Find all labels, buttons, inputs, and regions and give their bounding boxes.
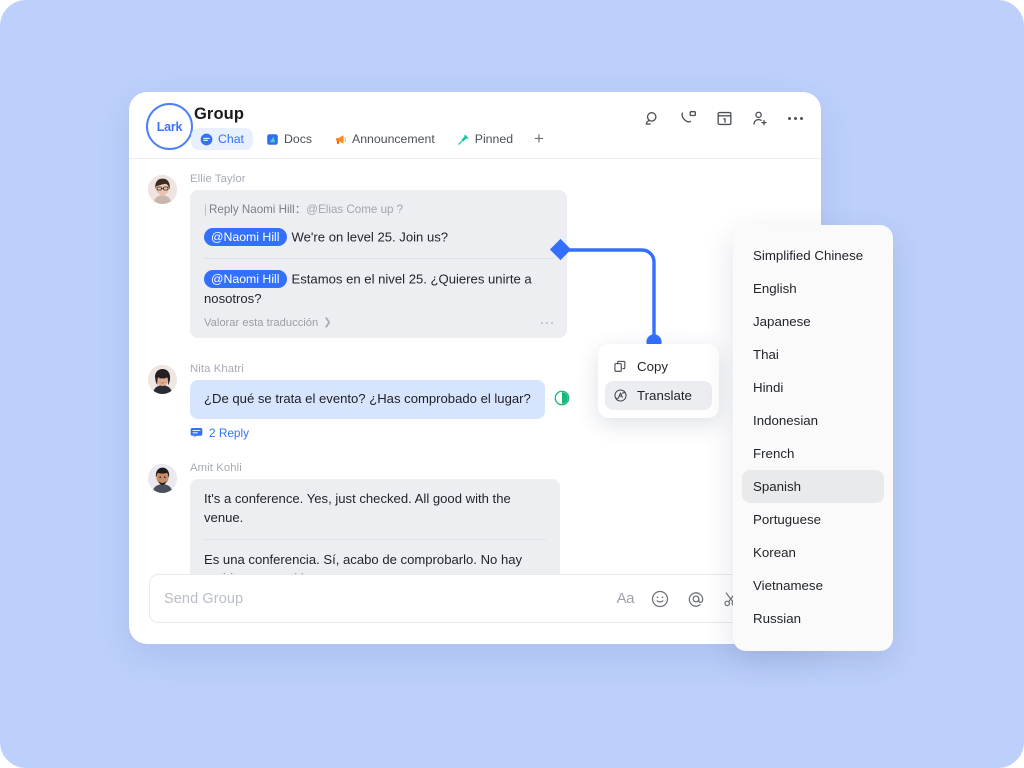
message-sender: Ellie Taylor bbox=[190, 173, 246, 185]
video-call-icon[interactable] bbox=[679, 109, 698, 128]
dot bbox=[550, 321, 553, 325]
context-menu-translate-label: Translate bbox=[637, 388, 692, 403]
quote-bar: | bbox=[204, 203, 208, 216]
avatar[interactable] bbox=[148, 463, 177, 493]
language-option-indonesian[interactable]: Indonesian bbox=[742, 404, 884, 437]
avatar[interactable] bbox=[148, 175, 177, 204]
docs-icon bbox=[267, 133, 278, 145]
language-option-french[interactable]: French bbox=[742, 437, 884, 470]
quote-text: @Elias Come up ? bbox=[306, 203, 404, 216]
text-format-icon[interactable]: Aa bbox=[617, 590, 635, 607]
language-option-hindi[interactable]: Hindi bbox=[742, 371, 884, 404]
more-options-icon[interactable] bbox=[787, 117, 804, 120]
dot bbox=[794, 117, 797, 120]
message-sender: Amit Kohli bbox=[190, 461, 242, 474]
translate-icon bbox=[614, 389, 627, 402]
copy-icon bbox=[614, 360, 626, 372]
chat-header: Lark Group Chat Docs Announcement Pinned… bbox=[129, 92, 821, 159]
translation-divider bbox=[204, 538, 546, 540]
dot bbox=[540, 321, 543, 325]
message-item: Ellie Taylor | Reply Naomi Hill：@Elias Co… bbox=[129, 173, 821, 338]
message-bubble[interactable]: | Reply Naomi Hill：@Elias Come up ? @Naom… bbox=[190, 190, 567, 338]
mention-pill[interactable]: @Naomi Hill bbox=[204, 270, 287, 289]
reply-count-label: 2 Reply bbox=[209, 425, 249, 440]
message-composer[interactable]: Send Group Aa bbox=[149, 574, 801, 623]
megaphone-icon bbox=[336, 134, 347, 144]
language-option-portuguese[interactable]: Portuguese bbox=[742, 503, 884, 536]
language-option-simplified-chinese[interactable]: Simplified Chinese bbox=[742, 239, 884, 272]
tab-announcement[interactable]: Announcement bbox=[325, 128, 444, 150]
tab-docs[interactable]: Docs bbox=[257, 128, 321, 150]
message-original: @Naomi Hill We're on level 25. Join us? bbox=[204, 228, 553, 247]
rate-translation-label: Valorar esta traducción bbox=[204, 316, 319, 329]
language-option-russian[interactable]: Russian bbox=[742, 602, 884, 635]
lark-logo: Lark bbox=[146, 103, 193, 150]
context-menu-item-translate[interactable]: Translate bbox=[605, 381, 712, 410]
translate-status-icon[interactable] bbox=[554, 390, 570, 406]
header-actions bbox=[643, 109, 804, 128]
dot bbox=[545, 321, 548, 325]
amit-kohli-avatar bbox=[148, 463, 177, 493]
ellie-taylor-avatar bbox=[148, 175, 177, 204]
translation-footer: Valorar esta traducción ❯ bbox=[204, 317, 553, 329]
tab-strip: Chat Docs Announcement Pinned + bbox=[191, 128, 552, 150]
language-dropdown: Simplified Chinese English Japanese Thai… bbox=[733, 225, 893, 651]
quoted-reply: | Reply Naomi Hill：@Elias Come up ? bbox=[204, 201, 553, 217]
message-text: We're on level 25. Join us? bbox=[291, 229, 449, 245]
dot bbox=[788, 117, 791, 120]
tab-chat-label: Chat bbox=[218, 132, 244, 146]
language-option-korean[interactable]: Korean bbox=[742, 536, 884, 569]
context-menu: Copy Translate bbox=[598, 344, 719, 418]
message-text: ¿De qué se trata el evento? ¿Has comprob… bbox=[204, 390, 531, 406]
language-option-spanish[interactable]: Spanish bbox=[742, 470, 884, 503]
mention-pill[interactable]: @Naomi Hill bbox=[204, 228, 287, 246]
quote-prefix: Reply Naomi Hill： bbox=[209, 203, 307, 216]
reply-count-link[interactable]: 2 Reply bbox=[190, 426, 801, 440]
calendar-icon[interactable] bbox=[715, 109, 734, 128]
avatar[interactable] bbox=[148, 364, 177, 394]
page-root: Lark Group Chat Docs Announcement Pinned… bbox=[0, 0, 1024, 768]
translation-divider bbox=[204, 258, 553, 260]
context-menu-item-copy[interactable]: Copy bbox=[605, 352, 712, 381]
chevron-right-icon: ❯ bbox=[323, 317, 332, 329]
emoji-icon[interactable] bbox=[650, 589, 670, 609]
pin-icon bbox=[457, 133, 469, 145]
message-translation: @Naomi Hill Estamos en el nivel 25. ¿Quie… bbox=[204, 270, 553, 308]
language-option-vietnamese[interactable]: Vietnamese bbox=[742, 569, 884, 602]
add-tab-button[interactable]: + bbox=[526, 130, 552, 149]
search-icon[interactable] bbox=[643, 109, 662, 128]
tab-docs-label: Docs bbox=[283, 132, 313, 146]
language-option-english[interactable]: English bbox=[742, 272, 884, 305]
reply-bubble-icon bbox=[190, 428, 203, 439]
tab-pinned[interactable]: Pinned bbox=[448, 128, 522, 150]
language-option-japanese[interactable]: Japanese bbox=[742, 305, 884, 338]
message-bubble[interactable]: ¿De qué se trata el evento? ¿Has comprob… bbox=[190, 379, 545, 419]
lark-logo-text: Lark bbox=[156, 119, 183, 134]
rate-translation-link[interactable]: Valorar esta traducción ❯ bbox=[204, 317, 332, 329]
message-text: It's a conference. Yes, just checked. Al… bbox=[204, 490, 511, 525]
message-body: Ellie Taylor | Reply Naomi Hill：@Elias Co… bbox=[190, 173, 801, 338]
page-title: Group bbox=[194, 105, 244, 123]
tab-chat[interactable]: Chat bbox=[191, 128, 253, 150]
chat-bubble-icon bbox=[200, 133, 213, 145]
mention-icon[interactable] bbox=[686, 589, 706, 609]
nita-khatri-avatar bbox=[148, 364, 177, 394]
message-input[interactable]: Send Group bbox=[150, 591, 617, 607]
language-option-thai[interactable]: Thai bbox=[742, 338, 884, 371]
dot bbox=[800, 117, 803, 120]
context-menu-copy-label: Copy bbox=[637, 359, 669, 374]
message-more-icon[interactable] bbox=[540, 321, 553, 325]
tab-announcement-label: Announcement bbox=[352, 132, 435, 146]
add-member-icon[interactable] bbox=[751, 109, 770, 128]
tab-pinned-label: Pinned bbox=[474, 132, 514, 146]
